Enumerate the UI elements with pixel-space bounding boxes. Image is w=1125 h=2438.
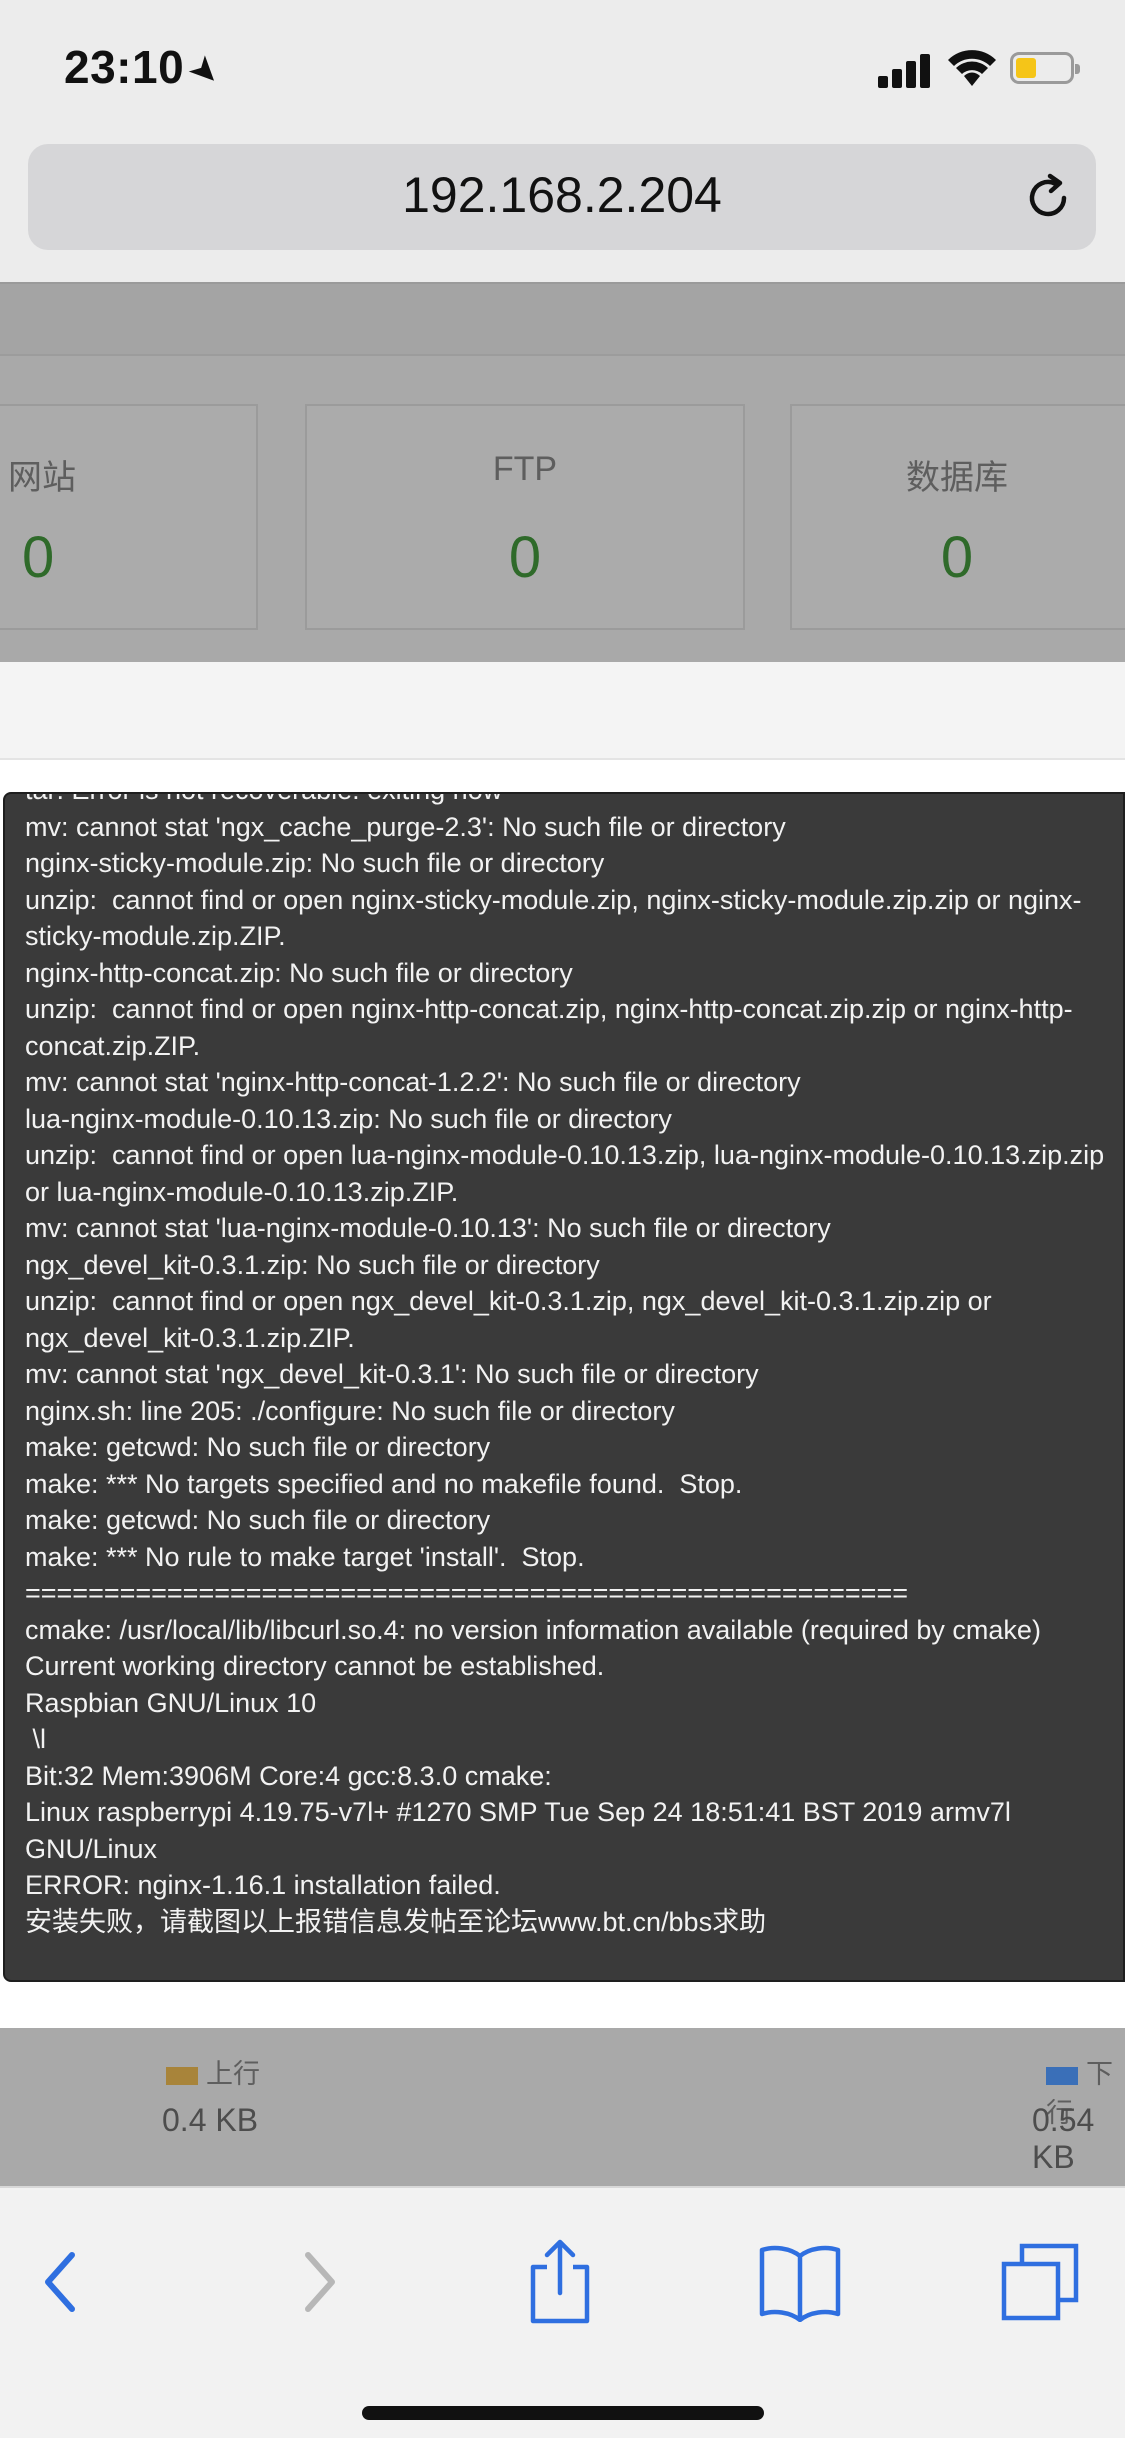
stat-card-database[interactable]: 数据库 0 — [790, 404, 1125, 630]
bookmarks-button[interactable] — [750, 2232, 850, 2332]
tabs-icon — [1001, 2243, 1079, 2321]
forward-icon — [305, 2252, 335, 2312]
stat-label: FTP — [492, 450, 558, 488]
home-indicator — [362, 2406, 764, 2420]
upload-value: 0.4 KB — [162, 2102, 259, 2138]
modal-header-area — [0, 662, 1125, 760]
log-line: ERROR: nginx-1.16.1 installation failed. — [25, 1870, 501, 1900]
header-band — [0, 284, 1125, 356]
cellular-signal-icon — [878, 52, 934, 88]
share-button[interactable] — [510, 2232, 610, 2332]
upload-swatch — [166, 2066, 198, 2085]
log-line: mv: cannot stat 'nginx-http-concat-1.2.2… — [25, 1067, 801, 1097]
legend-upload: 上行 — [166, 2052, 260, 2091]
log-line: 安装失败，请截图以上报错信息发帖至论坛www.bt.cn/bbs求助 — [25, 1906, 767, 1937]
traffic-panel: 上行 0.4 KB 下行 0.54 KB — [0, 2028, 1125, 2186]
log-line: unzip: cannot find or open ngx_devel_kit… — [25, 1286, 1000, 1353]
log-line: cmake: /usr/local/lib/libcurl.so.4: no v… — [25, 1614, 1041, 1645]
log-line: Raspbian GNU/Linux 10 — [25, 1687, 317, 1718]
stat-value: 0 — [508, 525, 542, 590]
log-line: make: *** No targets specified and no ma… — [25, 1468, 743, 1499]
back-button[interactable] — [14, 2232, 114, 2332]
log-line: nginx.sh: line 205: ./configure: No such… — [25, 1395, 675, 1426]
log-line: tar: Error is not recoverable: exiting n… — [25, 794, 1111, 809]
share-icon — [530, 2239, 590, 2324]
stat-label: 网站 — [8, 459, 76, 497]
log-line: nginx-http-concat.zip: No such file or d… — [25, 957, 573, 988]
wifi-icon — [948, 50, 996, 86]
browser-header: 192.168.2.204 — [0, 140, 1125, 282]
log-line: nginx-sticky-module.zip: No such file or… — [25, 848, 605, 878]
browser-toolbar — [0, 2186, 1125, 2438]
log-lines: tar: Error is not recoverable: exiting n… — [25, 794, 1112, 1940]
reload-icon[interactable] — [1022, 172, 1074, 224]
location-arrow-icon: ➤ — [180, 45, 232, 96]
modal-footer-area — [0, 1982, 1125, 2028]
log-line: make: getcwd: No such file or directory — [25, 1432, 491, 1462]
log-line: mv: cannot stat 'ngx_cache_purge-2.3': N… — [25, 811, 786, 842]
log-line: make: getcwd: No such file or directory — [25, 1505, 491, 1535]
stat-label: 数据库 — [906, 459, 1008, 497]
dashboard-overlay: 网站 0 FTP 0 数据库 0 — [0, 282, 1125, 664]
status-time: 23:10➤ — [64, 40, 231, 96]
log-line: Bit:32 Mem:3906M Core:4 gcc:8.3.0 cmake: — [25, 1760, 552, 1791]
log-line: unzip: cannot find or open nginx-http-co… — [25, 994, 1073, 1061]
url-text[interactable]: 192.168.2.204 — [28, 166, 1096, 224]
log-line: unzip: cannot find or open nginx-sticky-… — [25, 884, 1082, 952]
log-line: lua-nginx-module-0.10.13.zip: No such fi… — [25, 1103, 672, 1134]
stat-value: 0 — [22, 525, 55, 590]
log-line: make: *** No rule to make target 'instal… — [25, 1541, 585, 1572]
log-line: \l — [25, 1724, 47, 1754]
download-swatch — [1046, 2066, 1078, 2085]
status-bar: 23:10➤ — [0, 0, 1125, 140]
time-text: 23:10 — [64, 41, 185, 93]
log-line: Current working directory cannot be esta… — [25, 1651, 605, 1681]
address-bar[interactable]: 192.168.2.204 — [28, 144, 1096, 250]
bookmarks-icon — [759, 2245, 841, 2322]
log-line: ngx_devel_kit-0.3.1.zip: No such file or… — [25, 1249, 600, 1280]
tabs-button[interactable] — [990, 2232, 1090, 2332]
log-line: Linux raspberrypi 4.19.75-v7l+ #1270 SMP… — [25, 1797, 1019, 1864]
back-icon — [45, 2252, 75, 2312]
stat-value: 0 — [940, 525, 974, 590]
upload-label: 上行 — [206, 2059, 260, 2089]
log-line: ========================================… — [25, 1578, 908, 1608]
stat-card-ftp[interactable]: FTP 0 — [305, 404, 745, 630]
stat-card-website[interactable]: 网站 0 — [0, 404, 258, 630]
log-line: mv: cannot stat 'lua-nginx-module-0.10.1… — [25, 1213, 831, 1243]
log-line: unzip: cannot find or open lua-nginx-mod… — [25, 1140, 1112, 1207]
download-value: 0.54 KB — [1032, 2102, 1095, 2175]
battery-icon — [1010, 52, 1080, 84]
install-log-terminal[interactable]: tar: Error is not recoverable: exiting n… — [3, 792, 1125, 1982]
forward-button[interactable] — [266, 2232, 366, 2332]
log-line: mv: cannot stat 'ngx_devel_kit-0.3.1': N… — [25, 1359, 759, 1389]
